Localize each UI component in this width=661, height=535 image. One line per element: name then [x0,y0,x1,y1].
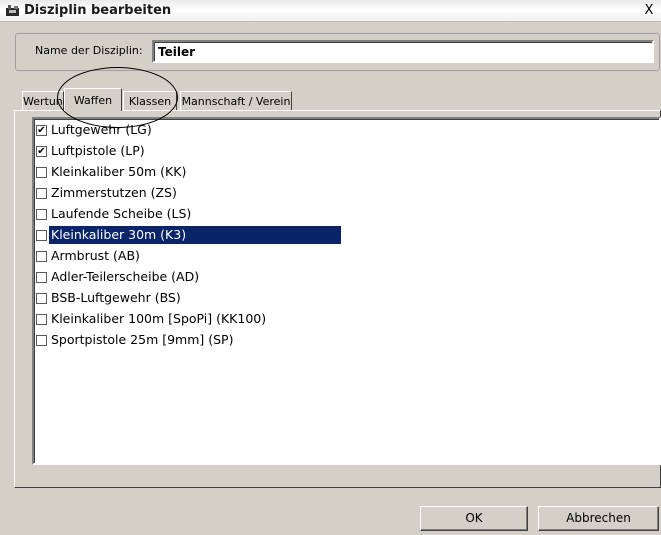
list-item[interactable]: Laufende Scheibe (LS) [36,205,356,225]
weapons-list[interactable]: ✔ Luftgewehr (LG) ✔ Luftpistole (LP) Kle… [32,117,661,465]
list-item-label: Laufende Scheibe (LS) [51,206,192,221]
cancel-button[interactable]: Abbrechen [538,506,659,531]
checkbox[interactable] [36,251,47,262]
checkbox[interactable] [36,314,47,325]
list-item-label: Adler-Teilerscheibe (AD) [51,269,200,284]
tab-klassen[interactable]: Klassen [123,91,177,110]
list-item[interactable]: ✔ Luftpistole (LP) [36,142,356,162]
list-item-selected[interactable]: Kleinkaliber 30m (K3) [36,226,356,246]
list-item-label: Luftpistole (LP) [51,143,145,158]
tab-mannschaft-verein[interactable]: Mannschaft / Verein [180,91,292,110]
checkbox[interactable] [36,272,47,283]
tab-wertung[interactable]: Wertung [22,91,70,110]
checkbox[interactable]: ✔ [36,125,47,136]
list-item-label: Zimmerstutzen (ZS) [51,185,177,200]
list-item[interactable]: Kleinkaliber 50m (KK) [36,163,356,183]
name-input[interactable]: Teiler [152,40,654,63]
list-item-label: Luftgewehr (LG) [51,122,152,137]
list-item[interactable]: Kleinkaliber 100m [SpoPi] (KK100) [36,310,356,330]
checkbox[interactable]: ✔ [36,146,47,157]
checkbox[interactable] [36,167,47,178]
list-item-label: Kleinkaliber 100m [SpoPi] (KK100) [51,311,267,326]
checkbox[interactable] [36,335,47,346]
checkbox[interactable] [36,293,47,304]
checkbox[interactable] [36,209,47,220]
list-item[interactable]: BSB-Luftgewehr (BS) [36,289,356,309]
ok-button[interactable]: OK [420,506,528,531]
title-bar[interactable]: Disziplin bearbeiten X [0,0,661,22]
dialog-window: Disziplin bearbeiten X Name der Diszipli… [0,0,661,535]
list-item[interactable]: Zimmerstutzen (ZS) [36,184,356,204]
list-item-label: BSB-Luftgewehr (BS) [51,290,181,305]
list-item-label: Armbrust (AB) [51,248,140,263]
name-group: Name der Disziplin: Teiler [15,33,660,71]
app-icon [6,5,19,16]
checkbox[interactable] [36,188,47,199]
list-item[interactable]: Adler-Teilerscheibe (AD) [36,268,356,288]
list-item[interactable]: Sportpistole 25m [9mm] (SP) [36,331,356,351]
list-item[interactable]: ✔ Luftgewehr (LG) [36,121,356,141]
tab-waffen[interactable]: Waffen [64,88,122,111]
close-icon[interactable]: X [641,3,657,19]
window-title: Disziplin bearbeiten [24,3,172,18]
list-item[interactable]: Armbrust (AB) [36,247,356,267]
list-item-label: Kleinkaliber 50m (KK) [51,164,187,179]
list-item-label: Kleinkaliber 30m (K3) [49,226,341,244]
checkbox[interactable] [36,230,47,241]
name-label: Name der Disziplin: [35,44,143,57]
list-item-label: Sportpistole 25m [9mm] (SP) [51,332,234,347]
